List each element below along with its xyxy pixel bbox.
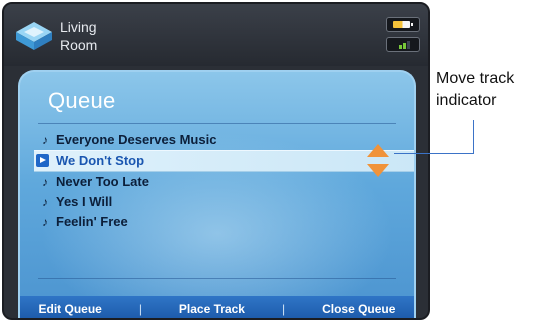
zone-icon [16,22,52,50]
controller-screen: Living Room Queue ♪ Everyone Deserves Mu… [2,2,430,320]
music-note-icon: ♪ [42,175,48,189]
signal-indicator [386,37,420,52]
divider [38,278,396,279]
play-icon [36,154,49,167]
battery-indicator [386,17,420,32]
list-item[interactable]: ♪ Never Too Late [40,172,394,192]
separator: | [138,302,142,316]
track-title: We Don't Stop [56,153,145,168]
music-note-icon: ♪ [42,133,48,147]
close-queue-button[interactable]: Close Queue [322,302,395,316]
arrow-up-icon[interactable] [367,144,389,157]
music-note-icon: ♪ [42,215,48,229]
list-item[interactable]: ♪ Everyone Deserves Music [40,130,394,150]
list-item[interactable]: ♪ Yes I Will [40,192,394,212]
track-title: Feelin' Free [56,214,128,229]
status-bar: Living Room [4,4,428,66]
up-down-arrows-icon[interactable] [367,144,389,178]
signal-icon [399,41,411,49]
list-item-selected[interactable]: We Don't Stop [34,150,414,172]
queue-list: ♪ Everyone Deserves Music We Don't Stop … [34,130,414,232]
page-title: Queue [48,88,116,113]
separator: | [281,302,286,316]
room-name-line2: Room [60,37,98,53]
callout-line [473,120,474,154]
divider [38,123,396,124]
callout-line2: indicator [436,92,497,109]
room-name[interactable]: Living Room [60,18,97,54]
queue-panel: Queue ♪ Everyone Deserves Music We Don't… [18,70,416,318]
room-name-line1: Living [60,19,97,35]
callout-label: Move track indicator [436,68,544,112]
list-item[interactable]: ♪ Feelin' Free [40,212,394,232]
track-title: Yes I Will [56,194,113,209]
track-title: Never Too Late [56,174,149,189]
music-note-icon: ♪ [42,195,48,209]
arrow-down-icon[interactable] [367,164,389,177]
edit-queue-button[interactable]: Edit Queue [38,302,101,316]
place-track-button[interactable]: Place Track [179,302,245,316]
callout-line [394,153,474,154]
track-title: Everyone Deserves Music [56,132,217,147]
soft-key-bar: Edit Queue | Place Track | Close Queue [20,296,414,318]
battery-icon [393,21,413,28]
callout-line1: Move track [436,70,515,87]
